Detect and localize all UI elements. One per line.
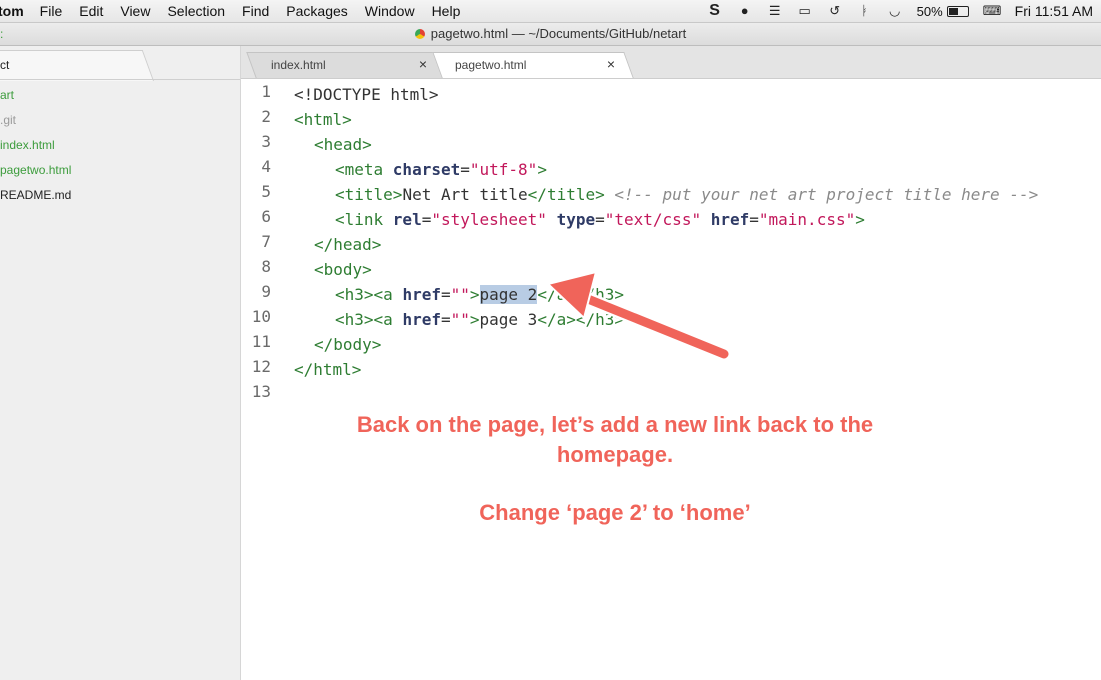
annotation-line-3: Change ‘page 2’ to ‘home’ — [479, 500, 751, 525]
annotation-line-1: Back on the page, let’s add a new link b… — [356, 412, 874, 437]
annotation-arrow — [545, 270, 731, 361]
annotation-line-2: homepage. — [556, 442, 674, 467]
